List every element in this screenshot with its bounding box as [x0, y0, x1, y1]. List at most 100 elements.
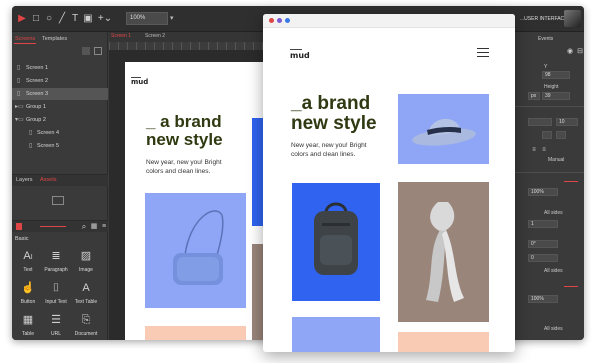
y-label: Y	[544, 64, 548, 70]
minimize-button[interactable]	[277, 18, 282, 23]
components-header[interactable]: Basic	[15, 236, 28, 242]
tab-layers[interactable]: Layers	[16, 177, 33, 183]
rectangle-tool-icon[interactable]: □	[30, 13, 42, 25]
component-label: Text Table	[74, 299, 98, 305]
artboard-screen-1[interactable]: mud _ a brand new style New year, new yo…	[125, 62, 265, 340]
screen-label: Screen 2	[26, 78, 49, 84]
list-item[interactable]: ▯ Screen 2	[12, 75, 108, 87]
avatar[interactable]	[564, 10, 581, 27]
search-underline	[40, 226, 66, 227]
product-card-blue-2[interactable]	[292, 317, 380, 352]
grid-view-icon[interactable]	[82, 47, 90, 55]
section-indicator	[564, 286, 578, 287]
group-label: Group 1	[26, 104, 46, 110]
list-item[interactable]: ▾▭ Group 2	[12, 114, 108, 126]
tab-assets[interactable]: Assets	[40, 177, 57, 183]
component-document[interactable]: ⎘ Document	[72, 314, 100, 340]
screen-icon: ▯	[29, 130, 33, 136]
opacity-field-2[interactable]: 100%	[528, 295, 558, 303]
group-label: Group 2	[26, 117, 46, 123]
logo-mark	[290, 49, 302, 50]
list-item[interactable]: ▯ Screen 3	[12, 88, 108, 100]
mobile-preview-window[interactable]: mud _a brand new style New year, new you…	[263, 14, 515, 352]
font-family-select[interactable]	[528, 118, 552, 126]
product-card-peach-2[interactable]	[398, 332, 489, 352]
properties-panel: Events ◉ ⊟ Y 98 Height px 39 10 ≡ ≡ Manu…	[514, 32, 584, 340]
offset-field[interactable]: 0	[528, 254, 558, 262]
all-sides-label: All sides	[544, 210, 563, 216]
align-center-icon[interactable]: ≡	[538, 144, 550, 156]
component-text[interactable]: AI Text	[14, 250, 42, 280]
product-card-hat[interactable]	[398, 94, 489, 164]
subtext-line-1: New year, new you! Bright	[146, 159, 222, 166]
list-item[interactable]: ▯ Screen 5	[12, 140, 108, 152]
unit-select[interactable]: px	[528, 92, 540, 100]
component-url[interactable]: ☰ URL	[42, 314, 70, 340]
tab-screen-1[interactable]: Screen 1	[111, 33, 131, 39]
lock-icon[interactable]: ⊟	[574, 46, 584, 58]
list-item[interactable]: ▸▭ Group 1	[12, 101, 108, 113]
product-card-bag[interactable]	[145, 193, 246, 308]
height-field[interactable]: 39	[542, 92, 570, 100]
component-image[interactable]: ▨ Image	[72, 250, 100, 280]
shoulder-bag-image	[173, 210, 224, 285]
all-sides-label-2: All sides	[544, 268, 563, 274]
headline-line-1: _ a brand	[146, 112, 222, 131]
component-text-table[interactable]: A Text Table	[72, 282, 100, 312]
image-icon: ▨	[80, 250, 92, 262]
subtext-line-2: colors and clean lines.	[291, 151, 356, 158]
folder-icon: ▸▭	[15, 104, 24, 110]
text-tool-icon[interactable]: T	[69, 13, 81, 25]
list-item[interactable]: ▯ Screen 1	[12, 62, 108, 74]
tab-screen-2[interactable]: Screen 2	[145, 33, 165, 39]
y-field[interactable]: 98	[542, 71, 570, 79]
product-card-backpack[interactable]	[292, 183, 380, 301]
border-width-field[interactable]: 1	[528, 220, 558, 228]
component-label: Image	[79, 267, 93, 273]
component-input-text[interactable]: ⌷ Input Text	[42, 282, 70, 312]
component-paragraph[interactable]: ≣ Paragraph	[42, 250, 70, 280]
opacity-slider[interactable]	[564, 181, 578, 182]
tab-events[interactable]: Events	[538, 36, 553, 42]
tab-templates[interactable]: Templates	[42, 36, 67, 42]
height-label: Height	[544, 84, 559, 90]
all-sides-label-3: All sides	[544, 326, 563, 332]
headline-line-2: new style	[291, 113, 377, 134]
angle-field[interactable]: 0°	[528, 240, 558, 248]
image-tool-icon[interactable]: ▣	[82, 13, 94, 25]
hamburger-menu-icon[interactable]	[477, 48, 489, 58]
component-label: Table	[22, 331, 34, 337]
screen-icon: ▯	[17, 78, 21, 84]
font-size-select[interactable]: 10	[556, 118, 578, 126]
maximize-button[interactable]	[285, 18, 290, 23]
italic-toggle[interactable]	[556, 131, 566, 139]
tab-screens[interactable]: Screens	[15, 36, 35, 42]
zoom-select[interactable]: 100%	[126, 12, 168, 25]
subtext-line-1: New year, new you! Bright	[291, 142, 367, 149]
ellipse-tool-icon[interactable]: ○	[43, 13, 55, 25]
close-button[interactable]	[269, 18, 274, 23]
url-icon: ☰	[51, 314, 61, 326]
opacity-field[interactable]: 100%	[528, 188, 558, 196]
screen-label: Screen 1	[26, 65, 49, 71]
pointer-tool-icon[interactable]: ▶	[16, 13, 28, 25]
component-button[interactable]: ☝ Button	[14, 282, 42, 312]
screen-icon: ▯	[17, 65, 21, 71]
headline-line-2: new style	[146, 130, 223, 149]
bold-toggle[interactable]	[542, 131, 552, 139]
text-table-icon: A	[82, 282, 90, 294]
list-view-icon[interactable]	[94, 47, 102, 55]
component-label: Input Text	[45, 299, 67, 305]
list-item[interactable]: ▯ Screen 4	[12, 127, 108, 139]
component-table[interactable]: ▦ Table	[14, 314, 42, 340]
table-icon: ▦	[22, 314, 34, 326]
image-placeholder-icon	[52, 196, 64, 205]
screen-label: Screen 4	[37, 130, 60, 136]
left-panel: Screens Templates ▯ Screen 1 ▯ Screen 2 …	[12, 32, 108, 340]
add-element-icon[interactable]: +⌄	[96, 13, 114, 25]
product-card-scarf[interactable]	[398, 182, 489, 322]
chevron-down-icon[interactable]: ▾	[170, 14, 174, 22]
component-search[interactable]: ⌕ ▦ ≡	[12, 220, 108, 232]
line-tool-icon[interactable]: ╱	[56, 13, 68, 25]
product-card-peach[interactable]	[145, 326, 246, 340]
